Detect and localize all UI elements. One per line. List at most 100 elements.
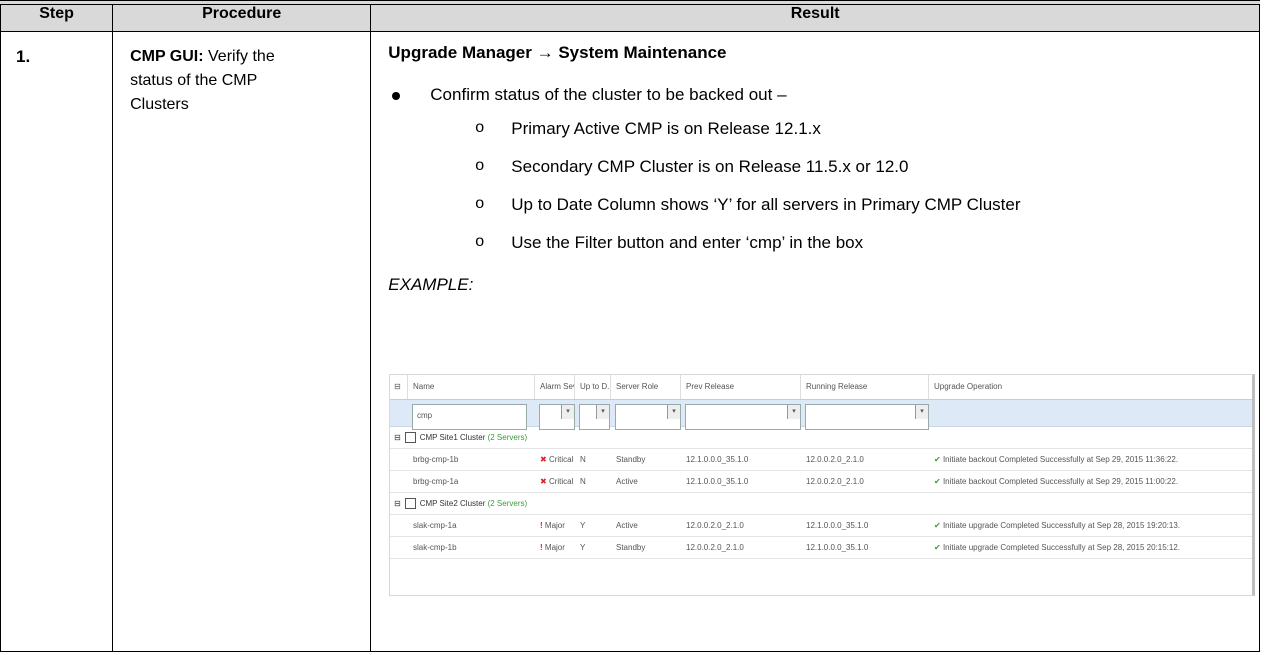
alarm-text: Major <box>544 521 565 530</box>
checkbox-icon[interactable] <box>404 498 416 509</box>
prev-filter-select[interactable]: ▾ <box>685 404 801 430</box>
role-cell: Standby <box>616 455 646 464</box>
bullet-icon <box>392 92 401 100</box>
cluster-count: (2 Servers) <box>487 433 528 442</box>
alarm-filter-select[interactable]: ▾ <box>539 404 575 430</box>
result-bullet: Confirm status of the cluster to be back… <box>388 85 1258 119</box>
prev-cell: 12.0.0.2.0_2.1.0 <box>686 543 744 552</box>
cluster-name: CMP Site2 Cluster <box>419 499 486 508</box>
table-row[interactable]: slak-cmp-1b ! Major Y Standby 12.0.0.2.0… <box>390 537 1252 559</box>
col-alarm: Alarm Sev... <box>535 375 575 399</box>
table-row[interactable]: brbg-cmp-1b ✖ Critical N Standby 12.1.0.… <box>390 449 1252 471</box>
chevron-down-icon: ▾ <box>915 405 928 419</box>
sub-item: o Up to Date Column shows ‘Y’ for all ser… <box>388 195 1258 233</box>
embedded-screenshot: ⊟ Name Alarm Sev... Up to D... Server Ro… <box>389 374 1255 596</box>
operation-text: Initiate upgrade Completed Successfully … <box>942 521 1180 530</box>
cluster-count: (2 Servers) <box>487 499 528 508</box>
sub-item-text: Up to Date Column shows ‘Y’ for all serv… <box>511 195 1021 214</box>
prev-cell: 12.1.0.0.0_35.1.0 <box>686 477 749 486</box>
col-role: Server Role <box>611 375 681 399</box>
running-filter-select[interactable]: ▾ <box>805 404 929 430</box>
col-operation: Upgrade Operation <box>934 382 1003 391</box>
check-icon: ✔ <box>934 455 941 464</box>
cluster-row[interactable]: ⊟ CMP Site2 Cluster (2 Servers) <box>390 493 1252 515</box>
running-cell: 12.0.0.2.0_2.1.0 <box>806 455 864 464</box>
critical-icon: ✖ <box>540 455 547 464</box>
prev-cell: 12.0.0.2.0_2.1.0 <box>686 521 744 530</box>
check-icon: ✔ <box>934 477 941 486</box>
alarm-cell: ✖ Critical <box>535 455 575 464</box>
sub-item-text: Secondary CMP Cluster is on Release 11.5… <box>511 157 909 176</box>
bullet-text: Confirm status of the cluster to be back… <box>430 85 787 104</box>
role-cell: Active <box>616 521 638 530</box>
sub-marker: o <box>475 119 485 136</box>
operation-text: Initiate backout Completed Successfully … <box>942 477 1179 486</box>
table-row[interactable]: slak-cmp-1a ! Major Y Active 12.0.0.2.0_… <box>390 515 1252 537</box>
alarm-cell: ! Major <box>535 543 575 552</box>
cluster-row[interactable]: ⊟ CMP Site1 Cluster (2 Servers) <box>390 427 1252 449</box>
running-cell: 12.1.0.0.0_35.1.0 <box>806 543 869 552</box>
uptodate-cell: N <box>580 455 586 464</box>
server-name: brbg-cmp-1b <box>413 455 459 464</box>
alarm-text: Major <box>544 543 565 552</box>
table-row[interactable]: brbg-cmp-1a ✖ Critical N Active 12.1.0.0… <box>390 471 1252 493</box>
role-cell: Active <box>616 477 638 486</box>
checkbox-icon[interactable] <box>404 432 416 443</box>
check-icon: ✔ <box>934 521 941 530</box>
uptodate-cell: Y <box>580 521 586 530</box>
uptodate-cell: N <box>580 477 586 486</box>
procedure-bold-prefix: CMP GUI: <box>130 48 204 65</box>
chevron-down-icon: ▾ <box>596 405 609 419</box>
procedure-line-3: Clusters <box>130 96 189 113</box>
running-cell: 12.1.0.0.0_35.1.0 <box>806 521 869 530</box>
alarm-cell: ! Major <box>535 521 575 530</box>
sub-marker: o <box>475 157 485 174</box>
sub-item: o Use the Filter button and enter ‘cmp’ i… <box>388 233 1258 271</box>
sub-item: o Secondary CMP Cluster is on Release 11.… <box>388 157 1258 195</box>
sub-item: o Primary Active CMP is on Release 12.1.x <box>388 119 1258 157</box>
header-procedure: Procedure <box>112 4 372 32</box>
expand-icon: ⊟ <box>390 375 408 399</box>
operation-cell: ✔ Initiate upgrade Completed Successfull… <box>929 521 1247 530</box>
col-running: Running Release <box>801 375 929 399</box>
name-filter-input[interactable]: cmp <box>412 404 527 430</box>
operation-cell: ✔ Initiate backout Completed Successfull… <box>929 455 1247 464</box>
procedure-line-1: Verify the <box>203 48 275 65</box>
cluster-name: CMP Site1 Cluster <box>419 433 486 442</box>
col-uptodate: Up to D... <box>575 375 611 399</box>
procedure-text: CMP GUI: Verify the status of the CMP Cl… <box>114 33 369 117</box>
result-title: Upgrade Manager → System Maintenance <box>388 43 727 62</box>
prev-cell: 12.1.0.0.0_35.1.0 <box>686 455 749 464</box>
procedure-cell: CMP GUI: Verify the status of the CMP Cl… <box>112 31 372 652</box>
procedure-line-2: status of the CMP <box>130 72 258 89</box>
filter-row: cmp ▾ ▾ ▾ ▾ ▾ <box>390 400 1252 430</box>
step-cell: 1. <box>0 31 114 652</box>
server-name: slak-cmp-1a <box>413 521 457 530</box>
example-label: EXAMPLE: <box>388 275 474 294</box>
uptodate-filter-select[interactable]: ▾ <box>579 404 610 430</box>
step-number: 1. <box>16 47 31 66</box>
col-name: Name <box>408 375 535 399</box>
role-cell: Standby <box>616 543 646 552</box>
table-header-row: Step Procedure Result <box>0 4 1260 32</box>
col-prev: Prev Release <box>681 375 801 399</box>
uptodate-cell: Y <box>580 543 586 552</box>
operation-cell: ✔ Initiate backout Completed Successfull… <box>929 477 1247 486</box>
alarm-text: Critical <box>548 477 574 486</box>
role-filter-select[interactable]: ▾ <box>615 404 681 430</box>
operation-text: Initiate backout Completed Successfully … <box>942 455 1179 464</box>
critical-icon: ✖ <box>540 477 547 486</box>
running-cell: 12.0.0.2.0_2.1.0 <box>806 477 864 486</box>
sub-marker: o <box>475 195 485 212</box>
header-result: Result <box>370 4 1260 32</box>
operation-cell: ✔ Initiate upgrade Completed Successfull… <box>929 543 1247 552</box>
check-icon: ✔ <box>934 543 941 552</box>
server-name: brbg-cmp-1a <box>413 477 459 486</box>
chevron-down-icon: ▾ <box>561 405 574 419</box>
chevron-down-icon: ▾ <box>667 405 680 419</box>
alarm-cell: ✖ Critical <box>535 477 575 486</box>
server-name: slak-cmp-1b <box>413 543 457 552</box>
header-step: Step <box>0 4 114 32</box>
sub-item-text: Use the Filter button and enter ‘cmp’ in… <box>511 233 864 252</box>
document-page: Step Procedure Result 1. CMP GUI: Verify… <box>0 0 1275 655</box>
